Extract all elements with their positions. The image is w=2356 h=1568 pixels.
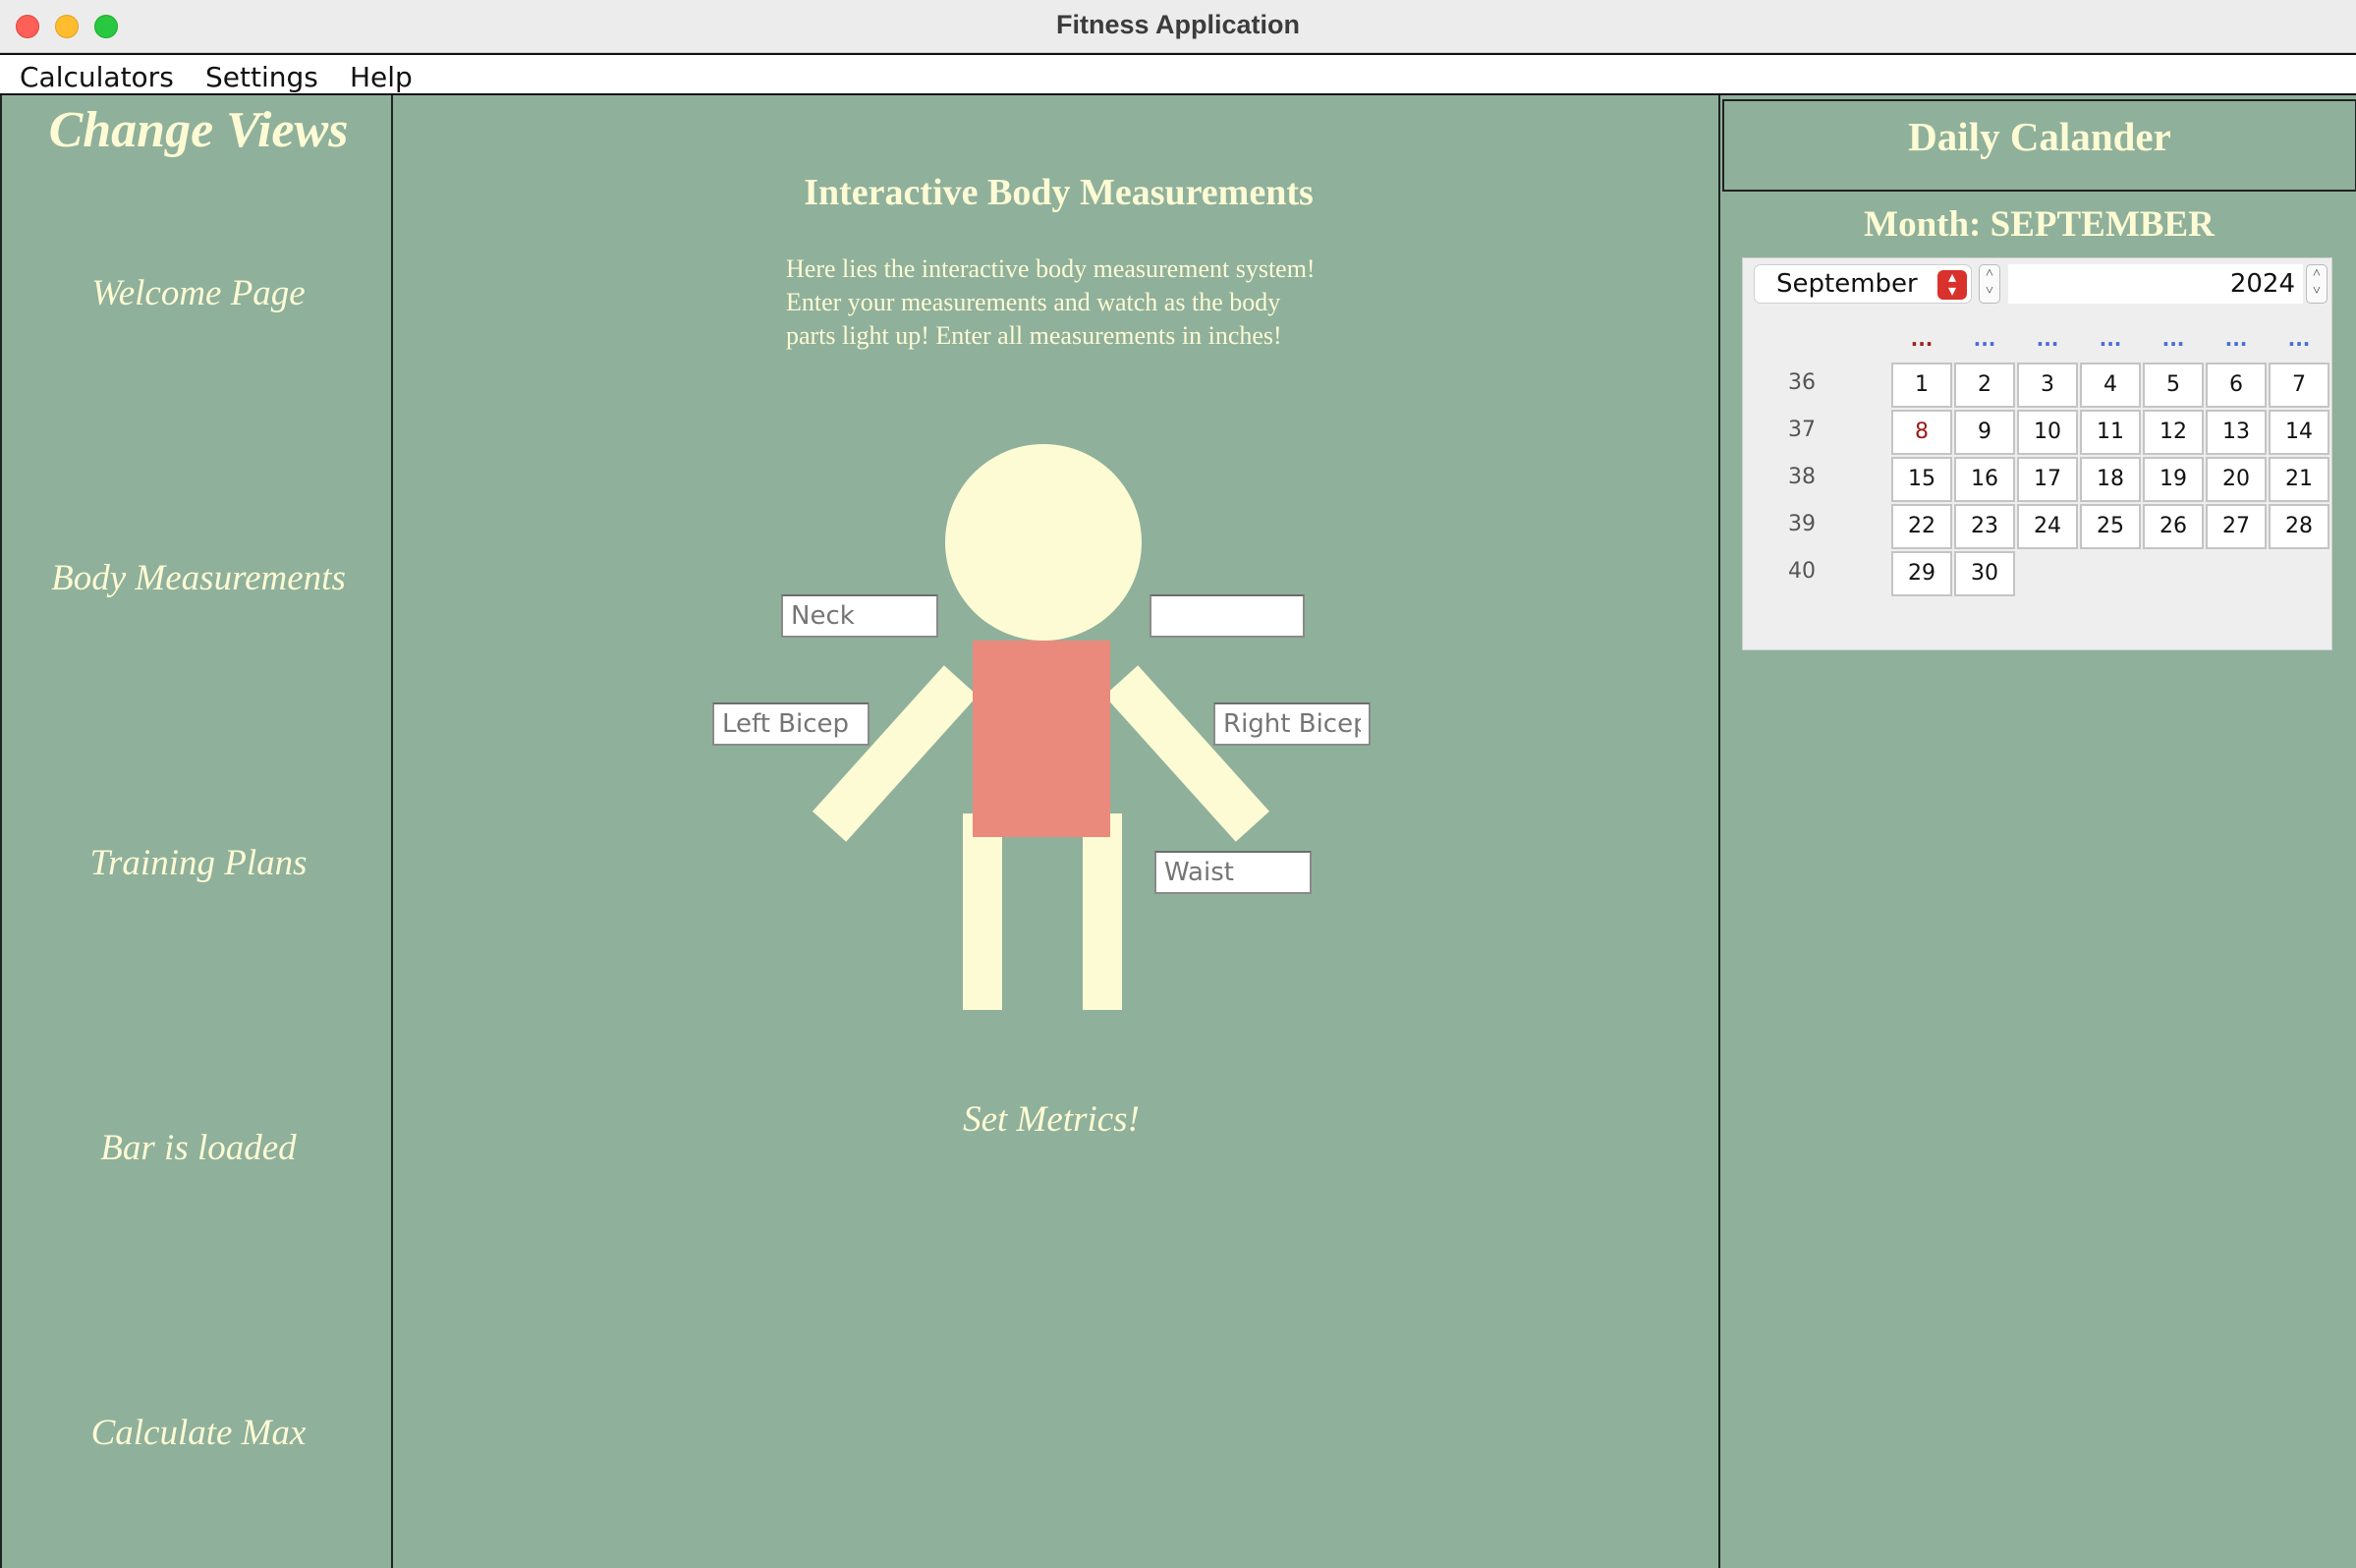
calendar-day[interactable]: 2 xyxy=(1954,363,2015,408)
calendar-day[interactable]: 26 xyxy=(2143,504,2204,549)
menu-bar: Calculators Settings Help xyxy=(0,53,2356,95)
calendar-day[interactable]: 1 xyxy=(1891,363,1952,408)
month-select-value: September xyxy=(1776,269,1918,299)
waist-input[interactable] xyxy=(1154,851,1312,894)
chest-input[interactable] xyxy=(1150,594,1305,638)
calendar-day[interactable]: 29 xyxy=(1891,551,1952,596)
sidebar-title: Change Views xyxy=(48,102,349,158)
sidebar-item-calculate-max[interactable]: Calculate Max xyxy=(2,1412,395,1454)
right-bicep-input[interactable] xyxy=(1213,702,1371,746)
right-arm xyxy=(1103,665,1270,842)
neck-input[interactable] xyxy=(781,594,938,638)
calendar-day[interactable]: 24 xyxy=(2017,504,2078,549)
menu-calculators[interactable]: Calculators xyxy=(20,61,174,93)
sidebar-item-body-measurements[interactable]: Body Measurements xyxy=(2,557,395,599)
calendar-day[interactable]: 21 xyxy=(2269,457,2329,502)
intro-line: parts light up! Enter all measurements i… xyxy=(786,321,1282,350)
weekday-header: ... xyxy=(2161,327,2185,351)
week-number: 40 xyxy=(1788,559,1816,584)
calendar-widget: September ▴ ▾ ˄ ˅ 2024 ˄ ˅ ................… xyxy=(1742,257,2332,650)
calendar-header-title: Daily Calander xyxy=(1908,114,2171,159)
calendar-day[interactable]: 18 xyxy=(2080,457,2141,502)
sidebar: Change Views Welcome Page Body Measureme… xyxy=(0,95,393,1568)
right-leg xyxy=(1083,813,1122,1010)
calendar-day[interactable]: 10 xyxy=(2017,410,2078,455)
weekday-header: ... xyxy=(2224,327,2248,351)
calendar-day[interactable]: 9 xyxy=(1954,410,2015,455)
year-spinner[interactable]: ˄ ˅ xyxy=(2306,264,2328,304)
week-number: 36 xyxy=(1788,370,1816,395)
left-bicep-input[interactable] xyxy=(712,702,869,746)
calendar-day[interactable]: 12 xyxy=(2143,410,2204,455)
week-number: 37 xyxy=(1788,418,1816,442)
calendar-day[interactable]: 28 xyxy=(2269,504,2329,549)
calendar-day[interactable]: 4 xyxy=(2080,363,2141,408)
chevron-updown-icon[interactable]: ▴ ▾ xyxy=(1937,269,1967,300)
month-label: Month: SEPTEMBER xyxy=(1864,204,2215,245)
calendar-day[interactable]: 8 xyxy=(1891,410,1952,455)
weekday-header: ... xyxy=(1910,327,1934,351)
calendar-day[interactable]: 5 xyxy=(2143,363,2204,408)
calendar-day[interactable]: 11 xyxy=(2080,410,2141,455)
calendar-day[interactable]: 3 xyxy=(2017,363,2078,408)
calendar-day[interactable]: 14 xyxy=(2269,410,2329,455)
intro-line: Here lies the interactive body measureme… xyxy=(786,254,1316,283)
menu-help[interactable]: Help xyxy=(350,61,413,93)
week-number: 38 xyxy=(1788,465,1816,489)
sidebar-item-training-plans[interactable]: Training Plans xyxy=(2,842,395,884)
sidebar-item-welcome-page[interactable]: Welcome Page xyxy=(2,272,395,314)
weekday-header: ... xyxy=(2099,327,2122,351)
set-metrics-button[interactable]: Set Metrics! xyxy=(865,1098,1238,1141)
calendar-day[interactable]: 15 xyxy=(1891,457,1952,502)
calendar-day[interactable]: 25 xyxy=(2080,504,2141,549)
calendar-day[interactable]: 6 xyxy=(2206,363,2267,408)
menu-settings[interactable]: Settings xyxy=(205,61,318,93)
calendar-day[interactable]: 16 xyxy=(1954,457,2015,502)
calendar-day[interactable]: 17 xyxy=(2017,457,2078,502)
weekday-header: ... xyxy=(2287,327,2311,351)
page-title: Interactive Body Measurements xyxy=(804,172,1314,213)
left-arm xyxy=(812,665,979,842)
month-select[interactable]: September ▴ ▾ xyxy=(1754,264,1972,304)
intro-text: Here lies the interactive body measureme… xyxy=(786,252,1395,353)
weekday-header: ... xyxy=(2036,327,2059,351)
calendar-day[interactable]: 7 xyxy=(2269,363,2329,408)
intro-line: Enter your measurements and watch as the… xyxy=(786,288,1281,316)
weekday-header: ... xyxy=(1973,327,1996,351)
torso xyxy=(973,641,1110,837)
sidebar-item-bar-is-loaded[interactable]: Bar is loaded xyxy=(2,1127,395,1169)
calendar-day[interactable]: 23 xyxy=(1954,504,2015,549)
calendar-day[interactable]: 19 xyxy=(2143,457,2204,502)
left-leg xyxy=(963,813,1002,1010)
year-field[interactable]: 2024 xyxy=(2008,264,2303,304)
calendar-day[interactable]: 22 xyxy=(1891,504,1952,549)
calendar-day[interactable]: 27 xyxy=(2206,504,2267,549)
calendar-day[interactable]: 20 xyxy=(2206,457,2267,502)
week-number: 39 xyxy=(1788,512,1816,536)
calendar-day[interactable]: 30 xyxy=(1954,551,2015,596)
calendar-day[interactable]: 13 xyxy=(2206,410,2267,455)
calendar-header: Daily Calander xyxy=(1722,99,2356,192)
month-spinner[interactable]: ˄ ˅ xyxy=(1979,264,2000,304)
window-title: Fitness Application xyxy=(1055,10,1301,39)
title-bar: Fitness Application xyxy=(0,0,2356,53)
head xyxy=(945,444,1142,641)
